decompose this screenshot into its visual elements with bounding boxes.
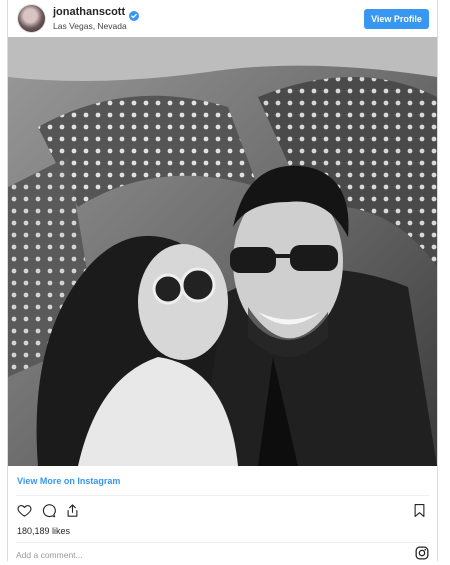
location-link[interactable]: Las Vegas, Nevada bbox=[53, 20, 139, 32]
avatar[interactable] bbox=[18, 5, 45, 32]
comment-icon[interactable] bbox=[41, 503, 56, 518]
divider bbox=[16, 495, 429, 496]
post-header: jonathanscott Las Vegas, Nevada View Pro… bbox=[8, 0, 437, 37]
view-more-link[interactable]: View More on Instagram bbox=[17, 476, 120, 486]
instagram-icon[interactable] bbox=[415, 546, 429, 560]
post-photo[interactable] bbox=[8, 37, 437, 466]
photo-illustration bbox=[8, 37, 437, 466]
username[interactable]: jonathanscott bbox=[53, 6, 125, 19]
view-profile-button[interactable]: View Profile bbox=[364, 9, 429, 29]
comment-input[interactable] bbox=[16, 549, 296, 561]
verified-badge-icon bbox=[129, 8, 140, 21]
likes-count[interactable]: 180,189 likes bbox=[17, 526, 70, 536]
bookmark-icon[interactable] bbox=[412, 503, 427, 518]
user-block: jonathanscott Las Vegas, Nevada bbox=[53, 6, 140, 32]
divider bbox=[16, 542, 429, 543]
heart-icon[interactable] bbox=[17, 503, 32, 518]
instagram-embed-card: jonathanscott Las Vegas, Nevada View Pro… bbox=[7, 0, 438, 561]
share-icon[interactable] bbox=[65, 503, 80, 518]
username-row: jonathanscott bbox=[53, 6, 140, 21]
action-bar bbox=[17, 503, 80, 518]
